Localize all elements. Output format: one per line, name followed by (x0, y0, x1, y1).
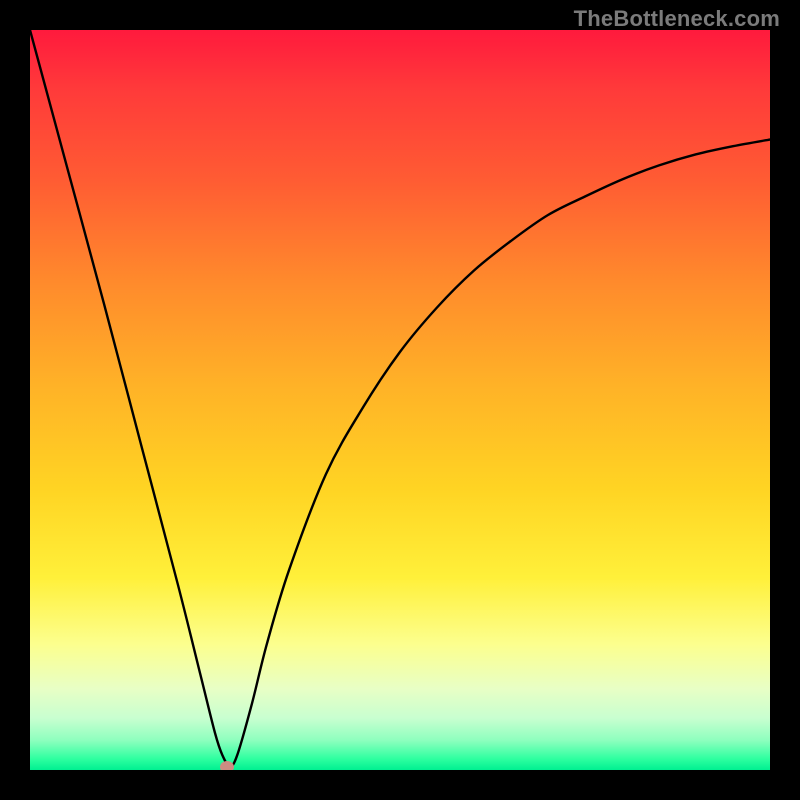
chart-container: TheBottleneck.com (0, 0, 800, 800)
plot-area (30, 30, 770, 770)
minimum-marker (220, 761, 234, 770)
watermark-text: TheBottleneck.com (574, 6, 780, 32)
bottleneck-curve (30, 30, 770, 766)
curve-svg (30, 30, 770, 770)
